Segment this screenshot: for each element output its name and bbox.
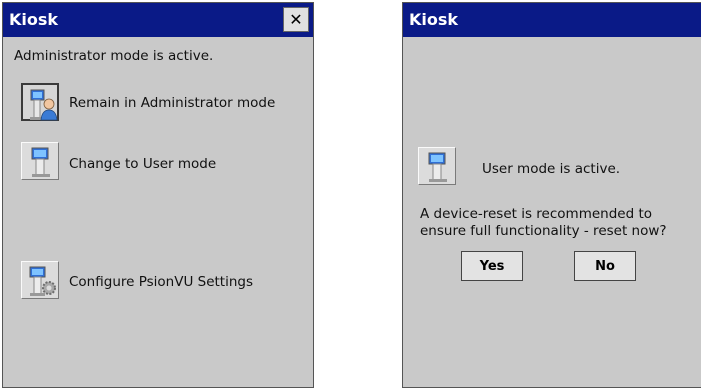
window-title: Kiosk bbox=[9, 10, 59, 29]
administrator-kiosk-icon bbox=[30, 89, 58, 121]
configure-settings-label[interactable]: Configure PsionVU Settings bbox=[69, 274, 253, 290]
configure-settings-button[interactable] bbox=[21, 261, 59, 299]
close-icon: ✕ bbox=[289, 10, 303, 29]
remain-admin-label[interactable]: Remain in Administrator mode bbox=[69, 95, 275, 111]
change-user-mode-button[interactable] bbox=[21, 142, 59, 180]
reset-message-line1: A device-reset is recommended to bbox=[420, 206, 652, 222]
user-kiosk-icon bbox=[31, 147, 50, 177]
yes-button[interactable]: Yes bbox=[461, 251, 523, 281]
close-button[interactable]: ✕ bbox=[283, 7, 309, 32]
window-title: Kiosk bbox=[409, 10, 459, 29]
user-mode-icon-tile bbox=[418, 147, 456, 185]
no-button[interactable]: No bbox=[574, 251, 636, 281]
status-text: Administrator mode is active. bbox=[14, 48, 214, 64]
kiosk-admin-window: Kiosk ✕ Administrator mode is active. Re… bbox=[2, 2, 314, 388]
remain-admin-button[interactable] bbox=[21, 83, 59, 121]
user-kiosk-icon bbox=[428, 152, 447, 182]
title-bar: Kiosk ✕ bbox=[3, 3, 313, 37]
title-bar: Kiosk bbox=[403, 3, 701, 37]
kiosk-user-window: Kiosk User mode is active. A device-rese… bbox=[402, 2, 701, 388]
reset-message-line2: ensure full functionality - reset now? bbox=[420, 223, 667, 239]
user-mode-status: User mode is active. bbox=[482, 161, 621, 177]
change-user-mode-label[interactable]: Change to User mode bbox=[69, 156, 216, 172]
settings-kiosk-icon bbox=[29, 266, 56, 296]
